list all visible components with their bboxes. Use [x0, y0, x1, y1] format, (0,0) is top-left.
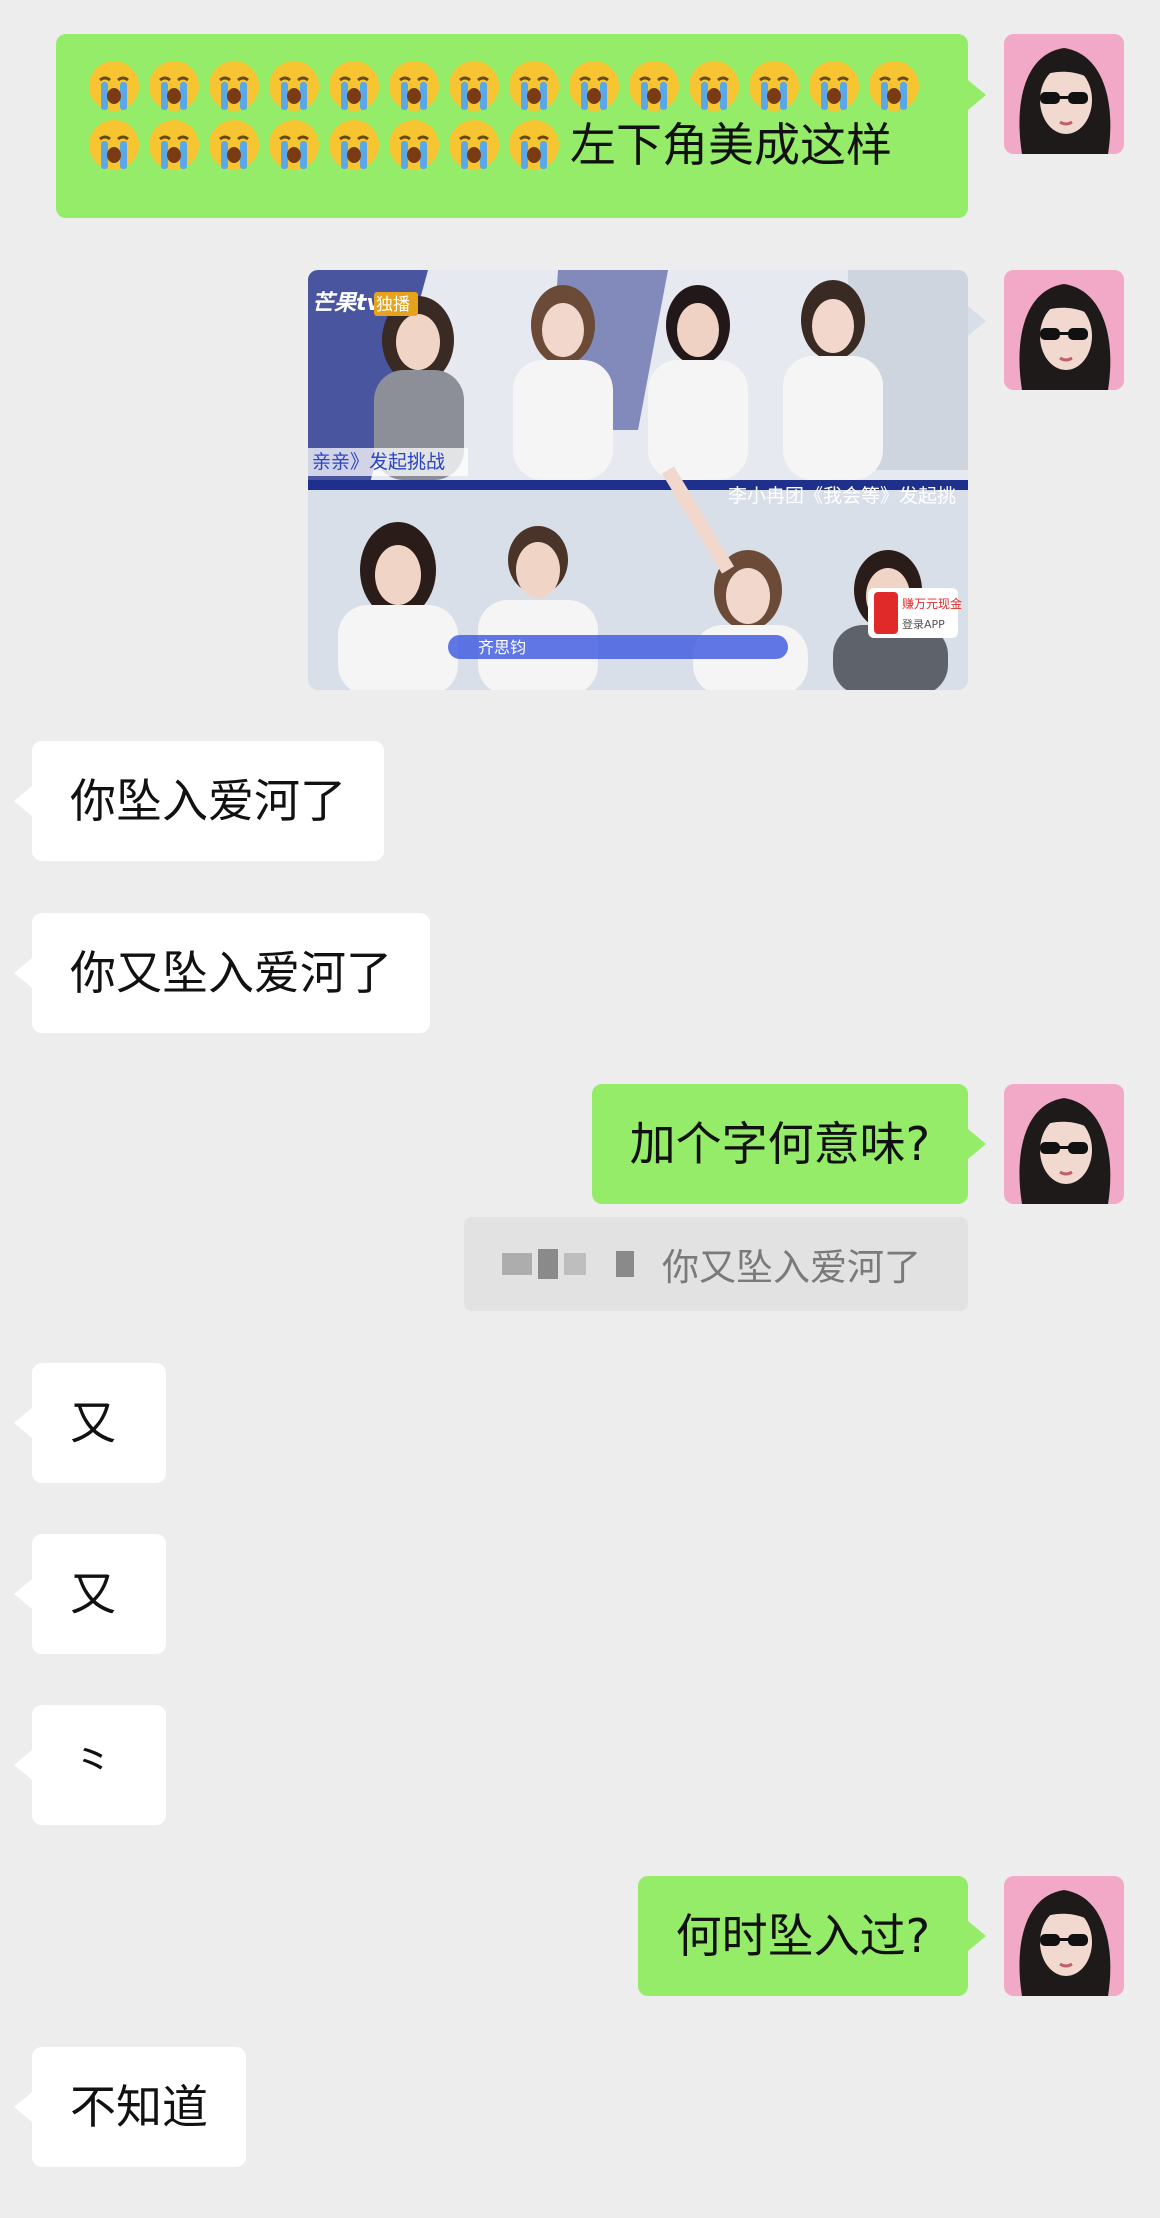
- loudly-crying-face-icon: [629, 61, 679, 111]
- watermark-text: 芒果tv: [312, 291, 382, 316]
- photo-message[interactable]: 芒果tv 独播 亲亲》发起挑战 李小冉团《我会等》发起挑 齐思钧 赚万元现金 登…: [308, 270, 968, 690]
- bubble-tail: [14, 1750, 32, 1780]
- message-bubble-5[interactable]: 加个字何意味?: [591, 1084, 968, 1204]
- loudly-crying-face-icon: [209, 120, 259, 170]
- avatar[interactable]: [1004, 270, 1124, 390]
- loudly-crying-face-icon: [689, 61, 739, 111]
- quoted-message[interactable]: 你又坠入爱河了: [464, 1217, 968, 1311]
- avatar[interactable]: [1004, 34, 1124, 154]
- bubble-tail: [14, 786, 32, 816]
- loudly-crying-face-icon: [329, 120, 379, 170]
- caption-right: 李小冉团《我会等》发起挑: [728, 485, 956, 507]
- loudly-crying-face-icon: [209, 61, 259, 111]
- loudly-crying-face-icon: [869, 61, 919, 111]
- message-bubble-6[interactable]: 又: [32, 1363, 166, 1483]
- message-text: 不知道: [70, 2080, 208, 2134]
- bubble-tail: [968, 1921, 986, 1951]
- message-text: 你坠入爱河了: [70, 774, 346, 828]
- message-text: ⺀: [70, 1738, 116, 1792]
- name-tag: 齐思钧: [478, 638, 526, 657]
- ad-line-1: 赚万元现金: [902, 596, 962, 611]
- loudly-crying-face-icon: [509, 61, 559, 111]
- message-text: 又: [70, 1567, 116, 1621]
- message-text: 左下角美成这样: [570, 118, 892, 172]
- bubble-tail: [968, 306, 986, 336]
- blurred-sender-name: [502, 1249, 634, 1279]
- message-bubble-7[interactable]: 又: [32, 1534, 166, 1654]
- loudly-crying-face-icon: [449, 61, 499, 111]
- message-bubble-10[interactable]: 不知道: [32, 2047, 246, 2167]
- loudly-crying-face-icon: [809, 61, 859, 111]
- message-bubble-8[interactable]: ⺀: [32, 1705, 166, 1825]
- loudly-crying-face-icon: [389, 120, 439, 170]
- tv-screenshot-image: 芒果tv 独播 亲亲》发起挑战 李小冉团《我会等》发起挑 齐思钧 赚万元现金 登…: [308, 270, 968, 690]
- message-text: 加个字何意味?: [629, 1117, 930, 1171]
- message-bubble-1[interactable]: 左下角美成这样: [56, 34, 968, 218]
- loudly-crying-face-icon: [449, 120, 499, 170]
- caption-left: 亲亲》发起挑战: [312, 451, 445, 473]
- message-bubble-9[interactable]: 何时坠入过?: [637, 1876, 968, 1996]
- message-text: 何时坠入过?: [675, 1909, 930, 1963]
- bubble-tail: [14, 1408, 32, 1438]
- avatar[interactable]: [1004, 1084, 1124, 1204]
- loudly-crying-face-icon: [569, 61, 619, 111]
- avatar[interactable]: [1004, 1876, 1124, 1996]
- loudly-crying-face-icon: [329, 61, 379, 111]
- message-bubble-4[interactable]: 你又坠入爱河了: [32, 913, 430, 1033]
- loudly-crying-face-icon: [269, 61, 319, 111]
- message-bubble-3[interactable]: 你坠入爱河了: [32, 741, 384, 861]
- bubble-tail: [968, 1129, 986, 1159]
- bubble-tail: [14, 958, 32, 988]
- bubble-tail: [968, 80, 986, 110]
- message-text: 又: [70, 1396, 116, 1450]
- exclusive-badge: 独播: [376, 295, 410, 315]
- loudly-crying-face-icon: [509, 120, 559, 170]
- loudly-crying-face-icon: [149, 120, 199, 170]
- ad-line-2: 登录APP: [902, 617, 945, 631]
- message-text: 你又坠入爱河了: [70, 946, 392, 1000]
- loudly-crying-face-icon: [149, 61, 199, 111]
- loudly-crying-face-icon: [89, 61, 139, 111]
- bubble-tail: [14, 1579, 32, 1609]
- bubble-tail: [14, 2092, 32, 2122]
- loudly-crying-face-icon: [389, 61, 439, 111]
- quoted-text: 你又坠入爱河了: [662, 1246, 921, 1289]
- emoji-row: 左下角美成这样: [86, 58, 938, 176]
- loudly-crying-face-icon: [89, 120, 139, 170]
- loudly-crying-face-icon: [269, 120, 319, 170]
- loudly-crying-face-icon: [749, 61, 799, 111]
